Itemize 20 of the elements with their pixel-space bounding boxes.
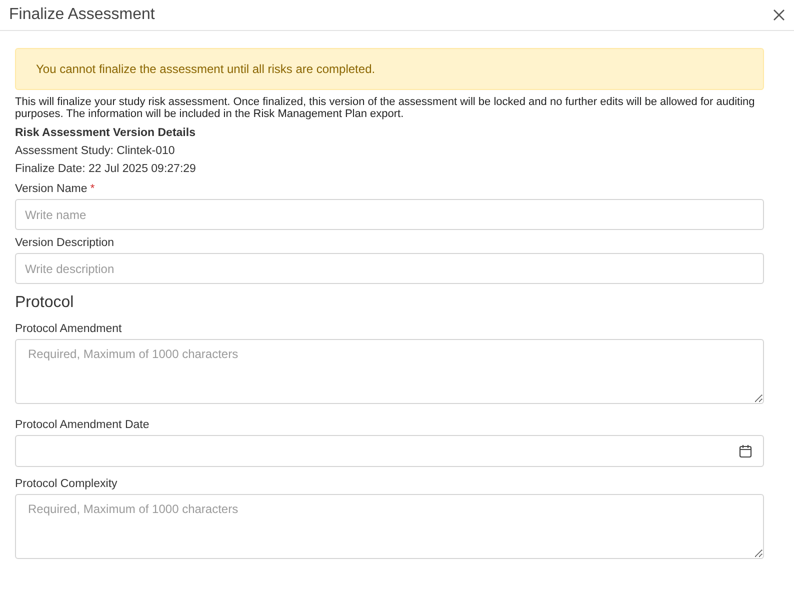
detail-line: Finalize Date: 22 Jul 2025 09:27:29	[15, 163, 197, 175]
details-heading: Risk Assessment Version Details	[15, 127, 196, 139]
textarea-field[interactable]: Required, Maximum of 1000 characters	[15, 339, 764, 404]
detail-line: Assessment Study: Clintek-010	[15, 145, 176, 157]
input-field[interactable]: Write name	[15, 199, 764, 230]
field-label: Version Description	[15, 237, 114, 250]
field-label: Protocol Amendment	[15, 323, 122, 336]
required-mark: *	[90, 183, 95, 196]
field-label: Protocol Amendment Date	[15, 419, 150, 432]
input-field[interactable]: Write description	[15, 253, 764, 284]
dialog-title: Finalize Assessment	[9, 6, 155, 24]
alert-message: You cannot finalize the assessment until all risks are completed.	[36, 62, 376, 76]
date-field[interactable]	[15, 435, 764, 467]
close-button[interactable]	[772, 8, 786, 22]
section-heading: Protocol	[15, 294, 75, 312]
field-label: Protocol Complexity	[15, 478, 118, 491]
calendar-icon[interactable]	[739, 444, 752, 458]
intro-text: This will finalize your study risk assessment. Once finalized, this version of the assessment will be locked and no further edits will be allowed for auditing purposes. The information will be included in the Risk Management Plan export.	[15, 96, 756, 120]
textarea-field[interactable]: Required, Maximum of 1000 characters	[15, 494, 764, 559]
field-label: Version Name	[15, 183, 88, 196]
